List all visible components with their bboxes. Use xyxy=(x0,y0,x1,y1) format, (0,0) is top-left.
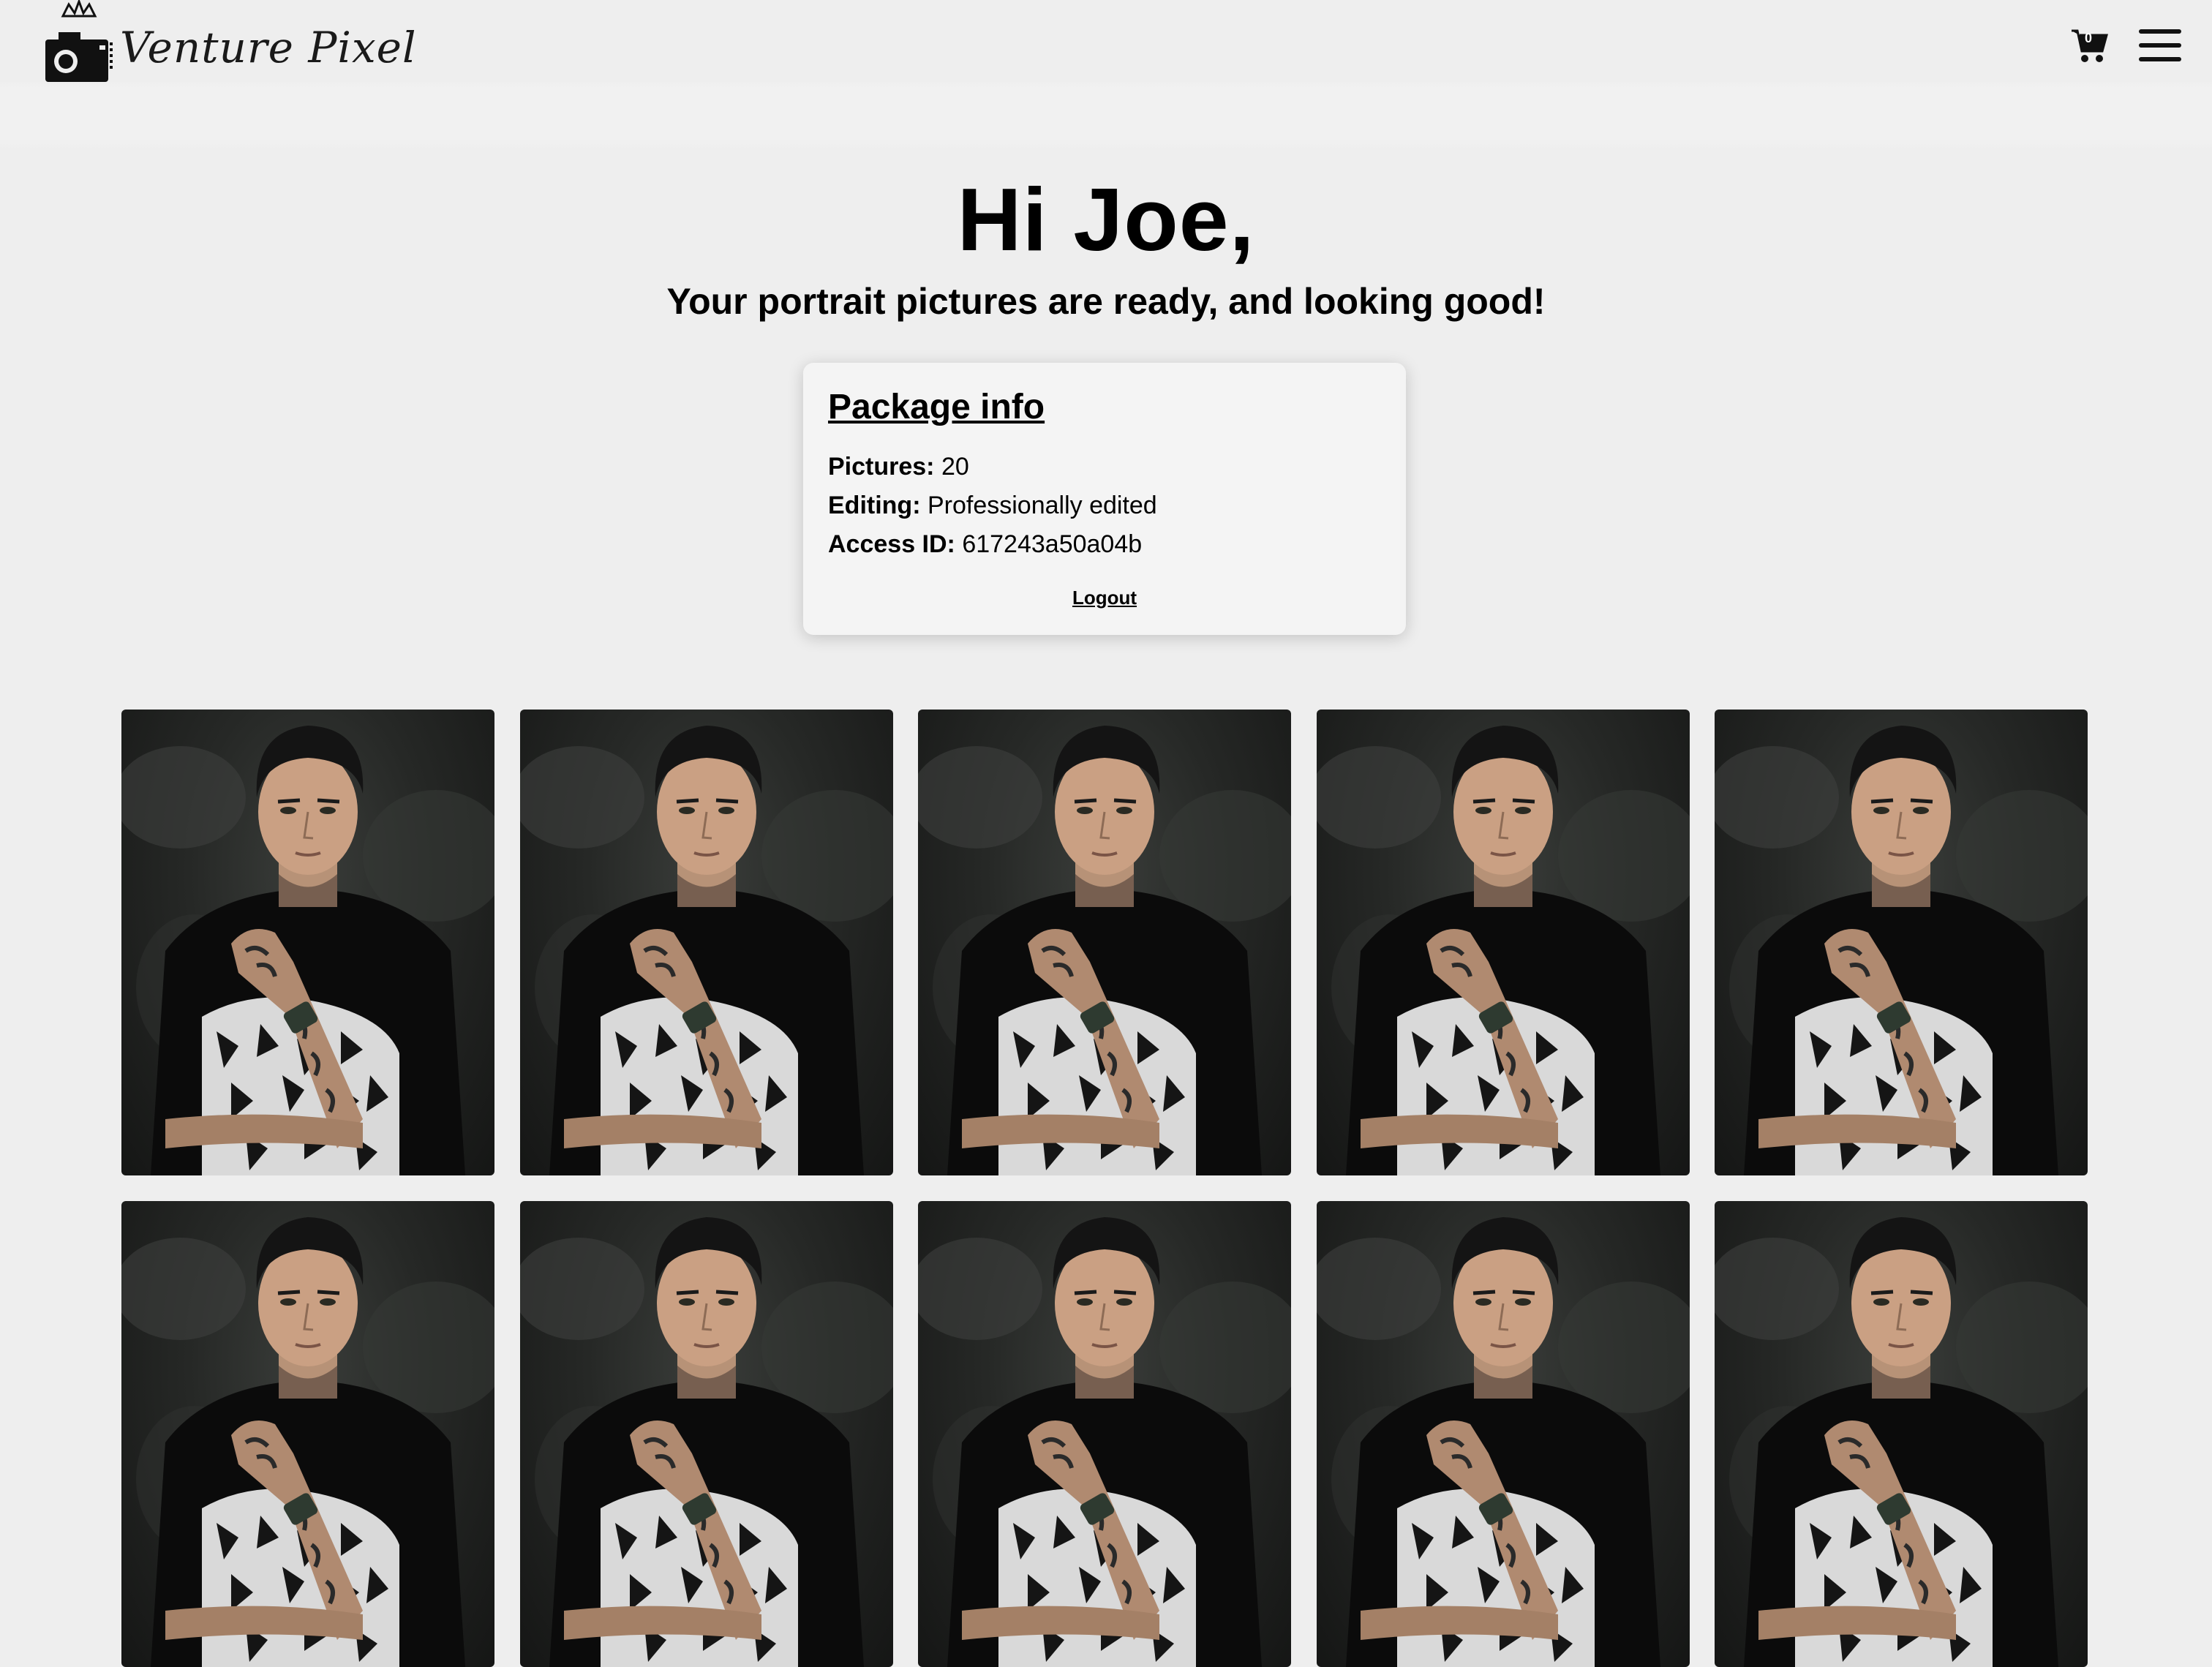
access-id-label: Access ID: xyxy=(828,530,955,558)
cart-button[interactable]: 0 xyxy=(2070,26,2108,64)
portrait-photo[interactable] xyxy=(918,710,1291,1175)
portrait-photo[interactable] xyxy=(121,1201,494,1667)
hamburger-menu-icon[interactable] xyxy=(2139,29,2181,61)
logout-link[interactable]: Logout xyxy=(803,587,1406,609)
portrait-photo[interactable] xyxy=(121,710,494,1175)
access-id-row: Access ID: 617243a50a04b xyxy=(828,525,1381,564)
brand-name: Venture Pixel xyxy=(120,23,417,72)
camera-crown-icon xyxy=(45,0,113,82)
greeting-subtitle: Your portrait pictures are ready, and lo… xyxy=(666,281,1546,322)
portrait-photo[interactable] xyxy=(918,1201,1291,1667)
editing-row: Editing: Professionally edited xyxy=(828,486,1381,525)
greeting-heading: Hi Joe, xyxy=(957,170,1255,269)
brand-logo[interactable]: Venture Pixel xyxy=(41,0,417,88)
editing-label: Editing: xyxy=(828,492,921,519)
cart-count-badge: 0 xyxy=(2085,31,2093,45)
package-info-card: Package info Pictures: 20 Editing: Profe… xyxy=(803,363,1406,635)
portrait-photo[interactable] xyxy=(519,710,893,1175)
top-header: Venture Pixel 0 xyxy=(0,0,2212,150)
portrait-photo[interactable] xyxy=(1715,1201,2088,1667)
editing-value: Professionally edited xyxy=(927,492,1157,519)
menu-bar xyxy=(2139,43,2181,48)
portrait-photo[interactable] xyxy=(519,1201,893,1667)
pictures-label: Pictures: xyxy=(828,453,935,481)
portrait-photo[interactable] xyxy=(1715,710,2088,1175)
portrait-photo[interactable] xyxy=(1316,1201,1690,1667)
portrait-photo[interactable] xyxy=(1316,710,1690,1175)
package-info-title: Package info xyxy=(828,388,1045,426)
pictures-row: Pictures: 20 xyxy=(828,448,1381,486)
access-id-value: 617243a50a04b xyxy=(962,530,1143,558)
pictures-value: 20 xyxy=(941,453,969,481)
menu-bar xyxy=(2139,57,2181,61)
menu-bar xyxy=(2139,29,2181,34)
